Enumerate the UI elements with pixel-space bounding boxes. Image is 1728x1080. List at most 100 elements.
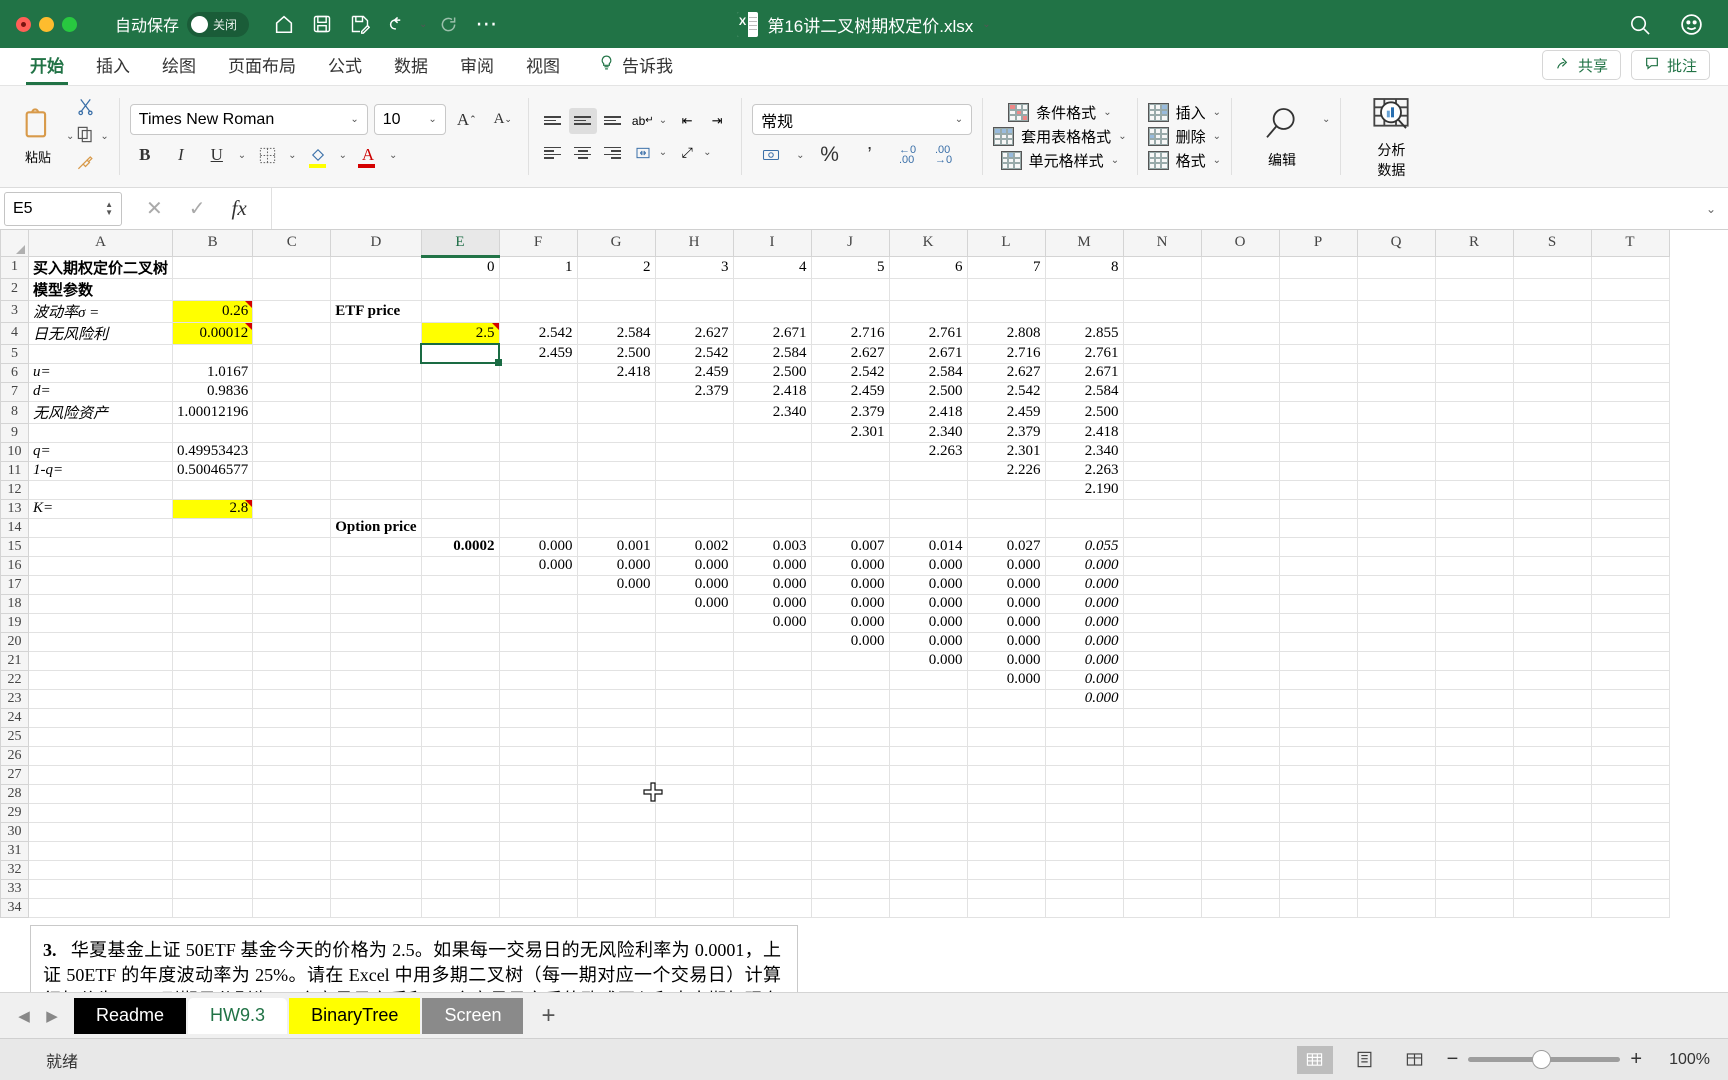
sheet-row[interactable]: 19 0.000 0.000 0.000 0.000 0.000 bbox=[0, 612, 1670, 633]
cell-B10[interactable]: 0.49953423 bbox=[172, 442, 254, 462]
cell-R11[interactable] bbox=[1435, 461, 1514, 481]
cell-B16[interactable] bbox=[172, 556, 254, 576]
row-header-23[interactable]: 23 bbox=[0, 688, 29, 709]
cell-S23[interactable] bbox=[1513, 689, 1592, 709]
cell-R2[interactable] bbox=[1435, 278, 1514, 301]
cell-T34[interactable] bbox=[1591, 898, 1670, 918]
cell-M8[interactable]: 2.500 bbox=[1045, 401, 1124, 424]
name-box-spinner[interactable]: ▲ ▼ bbox=[105, 200, 113, 216]
cell-S5[interactable] bbox=[1513, 344, 1592, 364]
cell-J14[interactable] bbox=[811, 518, 890, 538]
cell-P10[interactable] bbox=[1279, 442, 1358, 462]
cell-R6[interactable] bbox=[1435, 363, 1514, 383]
cut-icon[interactable] bbox=[76, 97, 95, 121]
cell-F10[interactable] bbox=[499, 442, 578, 462]
cell-A26[interactable] bbox=[28, 746, 174, 766]
cell-M26[interactable] bbox=[1045, 746, 1124, 766]
cell-E10[interactable] bbox=[421, 442, 500, 462]
cell-T1[interactable] bbox=[1591, 256, 1670, 279]
cell-J17[interactable]: 0.000 bbox=[811, 575, 890, 595]
cell-M4[interactable]: 2.855 bbox=[1045, 322, 1124, 345]
cell-F11[interactable] bbox=[499, 461, 578, 481]
merge-cells-icon[interactable] bbox=[629, 140, 657, 166]
cell-B3[interactable]: 0.26 bbox=[172, 300, 254, 323]
align-left-button[interactable] bbox=[539, 140, 567, 166]
cell-G5[interactable]: 2.500 bbox=[577, 344, 656, 364]
copy-chevron-down-icon[interactable]: ⌄ bbox=[100, 131, 108, 142]
cell-T20[interactable] bbox=[1591, 632, 1670, 652]
cell-T12[interactable] bbox=[1591, 480, 1670, 500]
cell-K2[interactable] bbox=[889, 278, 968, 301]
number-format-select[interactable]: 常规 ⌄ bbox=[752, 104, 973, 135]
cell-N33[interactable] bbox=[1123, 879, 1202, 899]
cell-H32[interactable] bbox=[655, 860, 734, 880]
cell-I25[interactable] bbox=[733, 727, 812, 747]
cell-A18[interactable] bbox=[28, 594, 174, 614]
save-as-icon[interactable] bbox=[343, 7, 377, 41]
cell-A13[interactable]: K= bbox=[28, 499, 174, 519]
row-header-22[interactable]: 22 bbox=[0, 669, 29, 690]
cell-N24[interactable] bbox=[1123, 708, 1202, 728]
cell-M18[interactable]: 0.000 bbox=[1045, 594, 1124, 614]
cell-A21[interactable] bbox=[28, 651, 174, 671]
sheet-row[interactable]: 13 K= 2.8 bbox=[0, 498, 1670, 519]
cell-O7[interactable] bbox=[1201, 382, 1280, 402]
wrap-chevron-down-icon[interactable]: ⌄ bbox=[659, 115, 667, 126]
cell-G18[interactable] bbox=[577, 594, 656, 614]
cell-G22[interactable] bbox=[577, 670, 656, 690]
cell-E30[interactable] bbox=[421, 822, 500, 842]
cell-G1[interactable]: 2 bbox=[577, 256, 656, 279]
cell-N25[interactable] bbox=[1123, 727, 1202, 747]
cell-R26[interactable] bbox=[1435, 746, 1514, 766]
decrease-indent-button[interactable]: ⇤ bbox=[673, 108, 701, 134]
cell-T19[interactable] bbox=[1591, 613, 1670, 633]
minimize-window-button[interactable] bbox=[39, 16, 54, 32]
cell-A5[interactable] bbox=[28, 344, 174, 364]
sheet-row[interactable]: 3 波动率σ = 0.26 ETF price bbox=[0, 299, 1670, 323]
cell-C1[interactable] bbox=[252, 256, 332, 279]
fill-color-icon[interactable] bbox=[303, 141, 333, 169]
column-header-m[interactable]: M bbox=[1044, 230, 1124, 257]
cell-E7[interactable] bbox=[421, 382, 500, 402]
cell-E15[interactable]: 0.0002 bbox=[421, 537, 500, 557]
cell-P17[interactable] bbox=[1279, 575, 1358, 595]
cell-O12[interactable] bbox=[1201, 480, 1280, 500]
cell-Q21[interactable] bbox=[1357, 651, 1436, 671]
row-header-6[interactable]: 6 bbox=[0, 362, 29, 383]
cell-T2[interactable] bbox=[1591, 278, 1670, 301]
cell-O18[interactable] bbox=[1201, 594, 1280, 614]
select-all-corner[interactable] bbox=[0, 230, 29, 257]
cell-Q8[interactable] bbox=[1357, 401, 1436, 424]
cell-L33[interactable] bbox=[967, 879, 1046, 899]
row-header-16[interactable]: 16 bbox=[0, 555, 29, 576]
cell-D22[interactable] bbox=[330, 670, 422, 690]
cell-S12[interactable] bbox=[1513, 480, 1592, 500]
cell-O10[interactable] bbox=[1201, 442, 1280, 462]
cell-K32[interactable] bbox=[889, 860, 968, 880]
cell-E6[interactable] bbox=[421, 363, 500, 383]
column-header-k[interactable]: K bbox=[888, 230, 968, 257]
cell-H1[interactable]: 3 bbox=[655, 256, 734, 279]
cell-D9[interactable] bbox=[330, 423, 422, 443]
cell-C34[interactable] bbox=[252, 898, 332, 918]
cell-P7[interactable] bbox=[1279, 382, 1358, 402]
cell-C2[interactable] bbox=[252, 278, 332, 301]
row-header-1[interactable]: 1 bbox=[0, 255, 29, 279]
cell-P16[interactable] bbox=[1279, 556, 1358, 576]
cell-O29[interactable] bbox=[1201, 803, 1280, 823]
cell-O3[interactable] bbox=[1201, 300, 1280, 323]
cell-M32[interactable] bbox=[1045, 860, 1124, 880]
column-header-row[interactable]: ABCDEFGHIJKLMNOPQRST bbox=[0, 230, 1670, 258]
cell-E26[interactable] bbox=[421, 746, 500, 766]
cell-N19[interactable] bbox=[1123, 613, 1202, 633]
sheet-row[interactable]: 9 2.301 2.340 2.379 2.418 bbox=[0, 422, 1670, 443]
cell-M28[interactable] bbox=[1045, 784, 1124, 804]
cell-C10[interactable] bbox=[252, 442, 332, 462]
sheet-row[interactable]: 11 1-q= 0.50046577 2.226 2.263 bbox=[0, 460, 1670, 481]
cell-A2[interactable]: 模型参数 bbox=[28, 278, 174, 301]
account-icon[interactable] bbox=[1674, 7, 1708, 41]
row-header-29[interactable]: 29 bbox=[0, 802, 29, 823]
cell-L13[interactable] bbox=[967, 499, 1046, 519]
cell-C9[interactable] bbox=[252, 423, 332, 443]
cell-F5[interactable]: 2.459 bbox=[499, 344, 578, 364]
